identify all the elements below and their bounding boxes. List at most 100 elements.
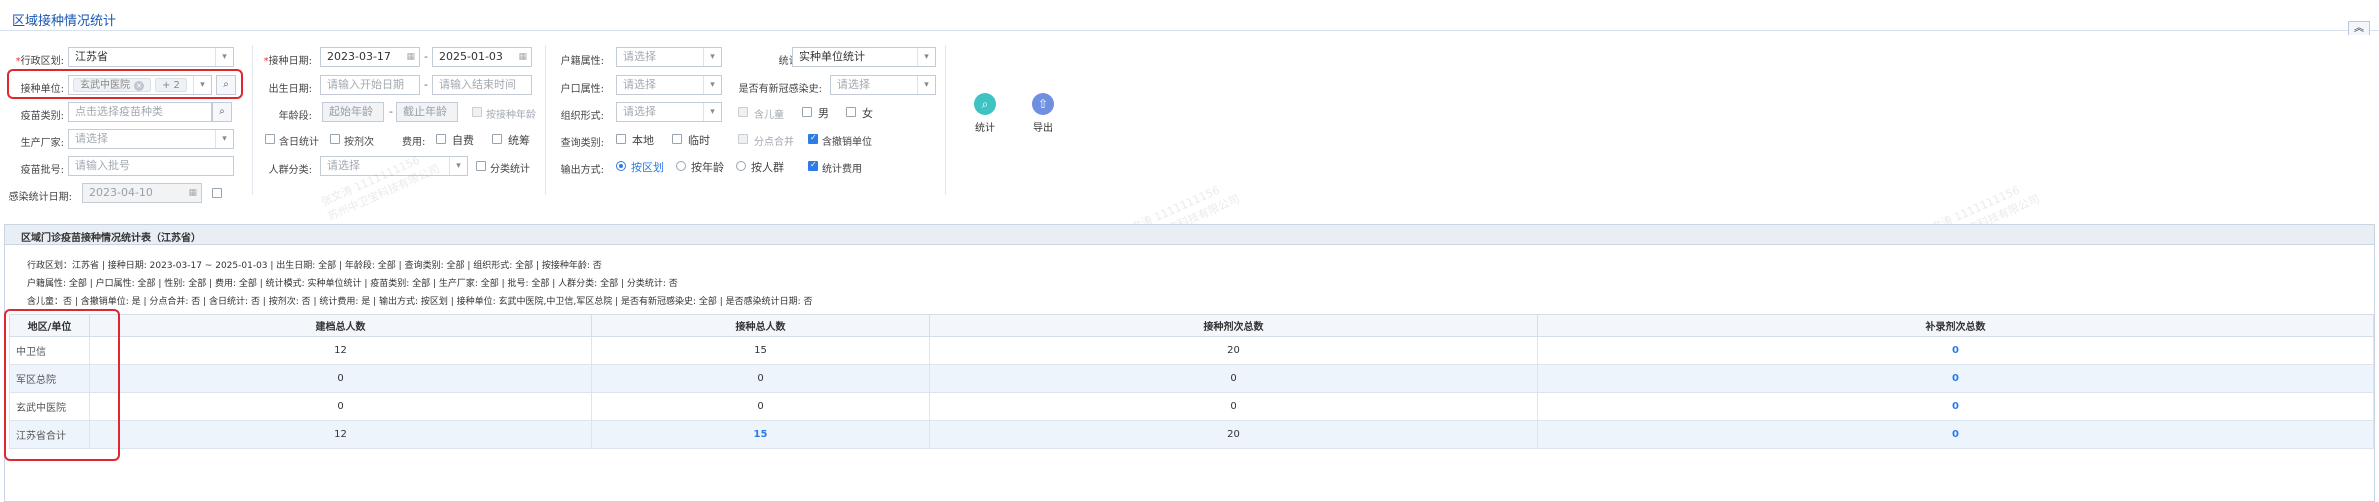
crowd-label: 人群分类: bbox=[268, 165, 312, 176]
query-temp-checkbox[interactable] bbox=[672, 134, 682, 144]
household-type-select[interactable]: 请选择 ▾ bbox=[616, 75, 722, 95]
household-attr-select[interactable]: 请选择 ▾ bbox=[616, 47, 722, 67]
male-label: 男 bbox=[818, 107, 829, 120]
page-title: 区域接种情况统计 bbox=[12, 14, 117, 29]
infection-date-input: 2023-04-10 ▦ bbox=[82, 183, 202, 203]
region-select[interactable]: 江苏省 ▾ bbox=[68, 47, 234, 67]
cell-doses: 0 bbox=[929, 364, 1538, 393]
chevron-down-icon: ▾ bbox=[215, 130, 233, 148]
vaccine-type-search-button[interactable]: ⌕ bbox=[212, 102, 232, 122]
cell-vaccinated: 0 bbox=[591, 364, 930, 393]
title-divider bbox=[0, 30, 2379, 31]
range-separator: - bbox=[424, 78, 428, 91]
fee-self-checkbox[interactable] bbox=[436, 134, 446, 144]
query-local-checkbox[interactable] bbox=[616, 134, 626, 144]
split-merge-label: 分点合并 bbox=[754, 137, 794, 148]
infection-date-label: 感染统计日期: bbox=[8, 192, 72, 203]
highlight-box-region-column bbox=[4, 309, 120, 461]
report-criteria-line: 含儿童：否 | 含撤销单位: 是 | 分点合并: 否 | 含日统计: 否 | 按… bbox=[27, 297, 813, 307]
male-checkbox[interactable] bbox=[802, 107, 812, 117]
by-dose-checkbox[interactable] bbox=[330, 134, 340, 144]
covid-history-select[interactable]: 请选择 ▾ bbox=[830, 75, 936, 95]
vacc-date-start[interactable]: 2023-03-17 ▦ bbox=[320, 47, 420, 67]
age-start-input[interactable]: 起始年龄 bbox=[322, 102, 384, 122]
by-day-checkbox[interactable] bbox=[265, 134, 275, 144]
cell-doses: 0 bbox=[929, 392, 1538, 421]
birth-date-start[interactable]: 请输入开始日期 bbox=[320, 75, 420, 95]
household-attr-label: 户籍属性: bbox=[560, 56, 604, 67]
column-header: 接种剂次总数 bbox=[929, 314, 1538, 337]
output-by-region-radio[interactable] bbox=[616, 161, 626, 171]
classify-checkbox[interactable] bbox=[476, 161, 486, 171]
fee-label: 费用: bbox=[402, 137, 426, 148]
output-by-crowd-label: 按人群 bbox=[751, 161, 784, 174]
cell-files: 12 bbox=[89, 420, 592, 449]
query-local-label: 本地 bbox=[632, 134, 654, 147]
stat-fee-checkbox[interactable] bbox=[808, 160, 818, 171]
infection-date-checkbox[interactable] bbox=[212, 188, 222, 198]
table-row: 军区总院 0 0 0 0 bbox=[9, 364, 2374, 393]
export-button[interactable]: ⇧ 导出 bbox=[1023, 93, 1063, 134]
table-row: 江苏省合计 12 15 20 0 bbox=[9, 420, 2374, 449]
cell-doses: 20 bbox=[929, 420, 1538, 449]
vaccine-type-input[interactable]: 点击选择疫苗种类 bbox=[68, 102, 212, 122]
org-form-select[interactable]: 请选择 ▾ bbox=[616, 102, 722, 122]
report-header: 区域门诊疫苗接种情况统计表（江苏省） bbox=[5, 225, 2374, 245]
output-by-region-label: 按区划 bbox=[631, 161, 664, 174]
chevron-down-icon: ▾ bbox=[917, 76, 935, 94]
collapse-filter-button[interactable]: ︽ bbox=[2348, 21, 2370, 36]
chevron-down-icon: ▾ bbox=[917, 48, 935, 66]
birth-date-end[interactable]: 请输入结束时间 bbox=[432, 75, 532, 95]
upload-icon: ⇧ bbox=[1032, 93, 1054, 115]
cell-files: 0 bbox=[89, 364, 592, 393]
column-divider bbox=[945, 45, 946, 195]
report-title: 区域门诊疫苗接种情况统计表（江苏省） bbox=[21, 233, 201, 244]
stat-fee-label: 统计费用 bbox=[822, 164, 862, 175]
output-by-age-radio[interactable] bbox=[676, 161, 686, 171]
household-type-label: 户口属性: bbox=[560, 84, 604, 95]
female-checkbox[interactable] bbox=[846, 107, 856, 117]
female-label: 女 bbox=[862, 107, 873, 120]
cell-supplement-link[interactable]: 0 bbox=[1537, 420, 2374, 449]
child-checkbox[interactable] bbox=[738, 107, 748, 117]
column-header: 补录剂次总数 bbox=[1537, 314, 2374, 337]
split-merge-checkbox[interactable] bbox=[738, 134, 748, 144]
manufacturer-label: 生产厂家: bbox=[20, 138, 64, 149]
manufacturer-select[interactable]: 请选择 ▾ bbox=[68, 129, 234, 149]
cell-supplement-link[interactable]: 0 bbox=[1537, 392, 2374, 421]
batch-input[interactable]: 请输入批号 bbox=[68, 156, 234, 176]
stat-mode-select[interactable]: 实种单位统计 ▾ bbox=[792, 47, 936, 67]
include-cancelled-checkbox[interactable] bbox=[808, 133, 818, 144]
table-row: 玄武中医院 0 0 0 0 bbox=[9, 392, 2374, 421]
classify-label: 分类统计 bbox=[490, 164, 530, 175]
cell-vaccinated: 0 bbox=[591, 392, 930, 421]
by-dose-label: 按剂次 bbox=[344, 137, 374, 148]
query-temp-label: 临时 bbox=[688, 134, 710, 147]
chevron-down-icon: ▾ bbox=[215, 48, 233, 66]
covid-history-label: 是否有新冠感染史: bbox=[738, 84, 822, 95]
cell-vaccinated-link[interactable]: 15 bbox=[591, 420, 930, 449]
cell-supplement-link[interactable]: 0 bbox=[1537, 364, 2374, 393]
chevron-up-icon: ︽ bbox=[2354, 23, 2364, 34]
vacc-date-label: *接种日期: bbox=[263, 56, 312, 67]
chevron-down-icon: ▾ bbox=[703, 48, 721, 66]
calendar-icon: ▦ bbox=[406, 52, 415, 62]
output-by-crowd-radio[interactable] bbox=[736, 161, 746, 171]
cell-vaccinated: 15 bbox=[591, 336, 930, 365]
fee-plan-checkbox[interactable] bbox=[492, 134, 502, 144]
magnifier-icon: ⌕ bbox=[974, 93, 996, 115]
by-age-checkbox[interactable] bbox=[472, 107, 482, 117]
report-criteria-line: 行政区划：江苏省 | 接种日期: 2023-03-17 ~ 2025-01-03… bbox=[27, 261, 602, 271]
age-end-input[interactable]: 截止年龄 bbox=[396, 102, 458, 122]
table-row: 中卫信 12 15 20 0 bbox=[9, 336, 2374, 365]
fee-self-label: 自费 bbox=[452, 134, 474, 147]
by-day-label: 含日统计 bbox=[279, 137, 319, 148]
age-label: 年龄段: bbox=[278, 111, 312, 122]
by-age-label: 按接种年龄 bbox=[486, 110, 536, 121]
stat-button[interactable]: ⌕ 统计 bbox=[965, 93, 1005, 134]
column-header: 接种总人数 bbox=[591, 314, 930, 337]
vacc-date-end[interactable]: 2025-01-03 ▦ bbox=[432, 47, 532, 67]
chevron-down-icon: ▾ bbox=[703, 76, 721, 94]
fee-plan-label: 统筹 bbox=[508, 134, 530, 147]
cell-supplement-link[interactable]: 0 bbox=[1537, 336, 2374, 365]
